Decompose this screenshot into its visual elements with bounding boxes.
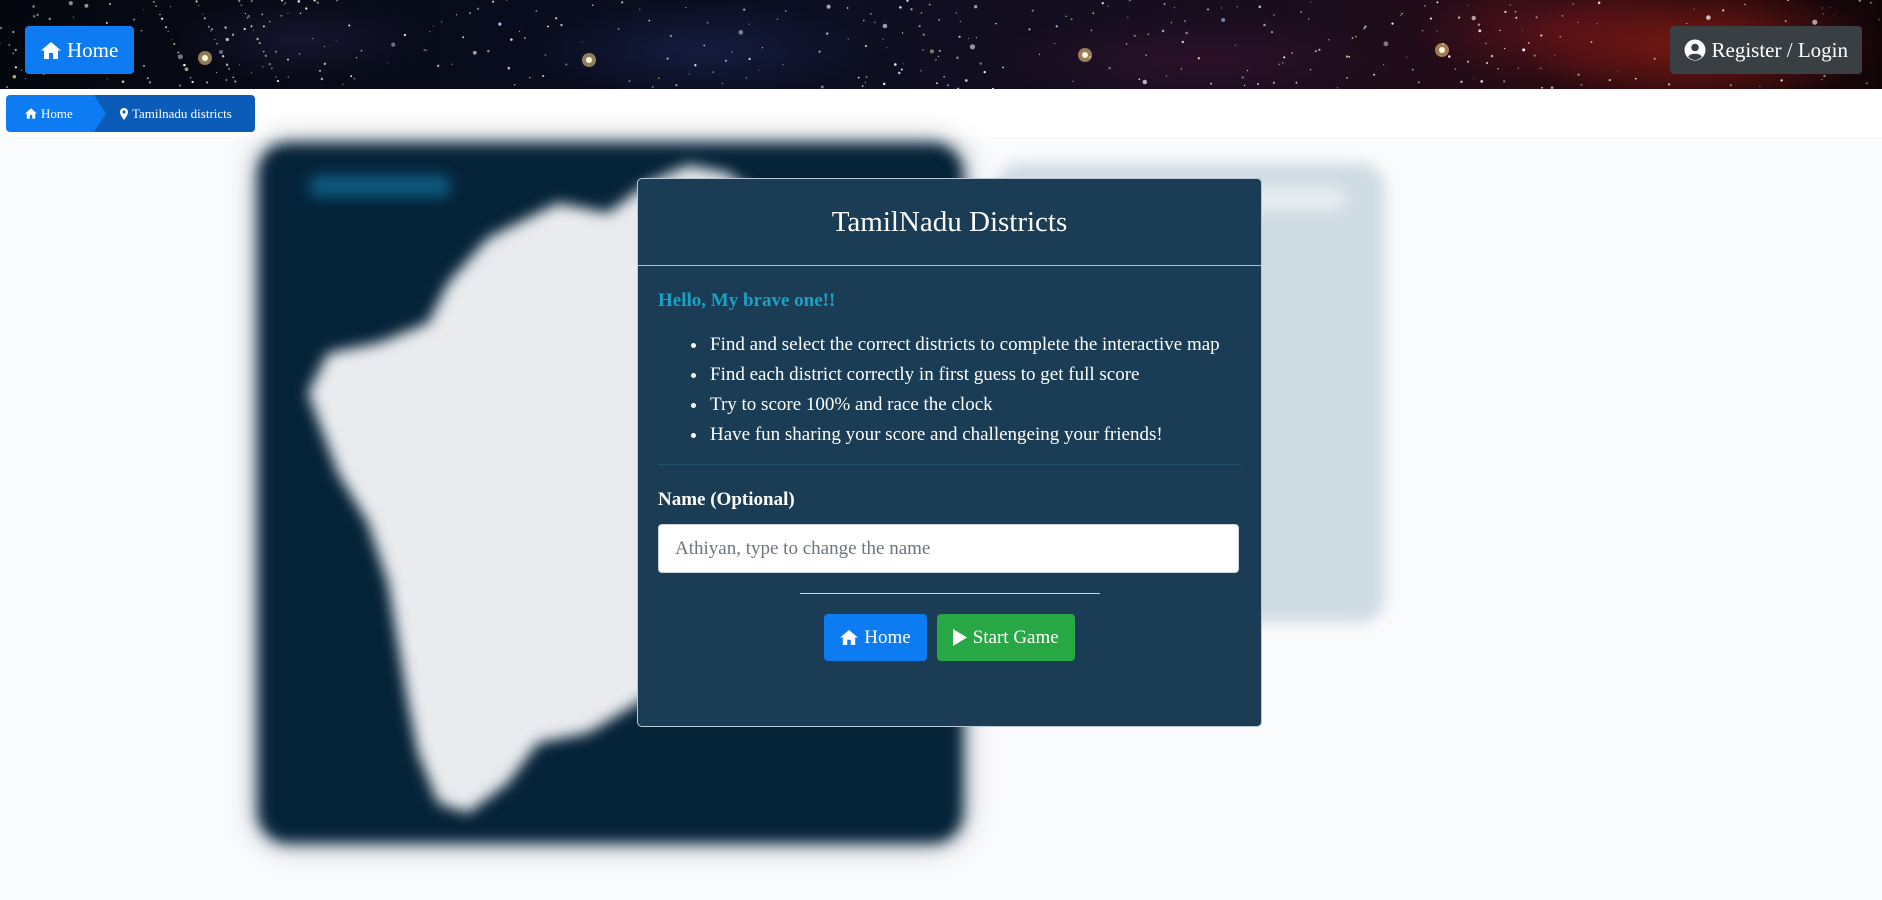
register-login-button[interactable]: Register / Login <box>1669 26 1862 74</box>
modal-home-button[interactable]: Home <box>824 614 927 661</box>
divider <box>799 593 1100 594</box>
starfield-background <box>0 0 1880 89</box>
start-game-button[interactable]: Start Game <box>936 614 1075 661</box>
play-icon <box>952 629 967 646</box>
rule-item: Have fun sharing your score and challeng… <box>708 420 1241 450</box>
name-field-label: Name (Optional) <box>658 489 795 510</box>
greeting-text: Hello, My brave one!! <box>658 290 836 311</box>
modal-actions: Home Start Game <box>658 614 1241 661</box>
name-input[interactable] <box>658 524 1239 573</box>
start-game-label: Start Game <box>972 626 1059 648</box>
modal-home-label: Home <box>864 626 911 648</box>
rule-item: Find and select the correct districts to… <box>708 330 1241 360</box>
rule-item: Find each district correctly in first gu… <box>708 360 1241 390</box>
divider <box>658 464 1241 465</box>
rules-list: Find and select the correct districts to… <box>658 330 1241 450</box>
breadcrumb-home[interactable]: Home <box>6 95 106 132</box>
modal-title: TamilNadu Districts <box>638 179 1261 266</box>
breadcrumb-home-label: Home <box>41 105 73 121</box>
start-game-modal: TamilNadu Districts Hello, My brave one!… <box>637 178 1262 727</box>
user-circle-icon <box>1684 39 1706 61</box>
rule-item: Try to score 100% and race the clock <box>708 390 1241 420</box>
header-home-label: Home <box>67 37 119 62</box>
breadcrumb: Home Tamilnadu districts <box>0 89 1882 137</box>
breadcrumb-current-label: Tamilnadu districts <box>132 105 232 121</box>
register-login-label: Register / Login <box>1711 37 1848 62</box>
home-icon <box>840 630 859 645</box>
home-icon <box>41 41 61 59</box>
map-marker-icon <box>120 107 128 120</box>
site-header: Home Register / Login <box>0 0 1882 89</box>
breadcrumb-current-page[interactable]: Tamilnadu districts <box>88 95 255 132</box>
home-icon <box>25 108 37 119</box>
header-home-button[interactable]: Home <box>25 26 135 74</box>
modal-body: Hello, My brave one!! Find and select th… <box>638 290 1261 661</box>
